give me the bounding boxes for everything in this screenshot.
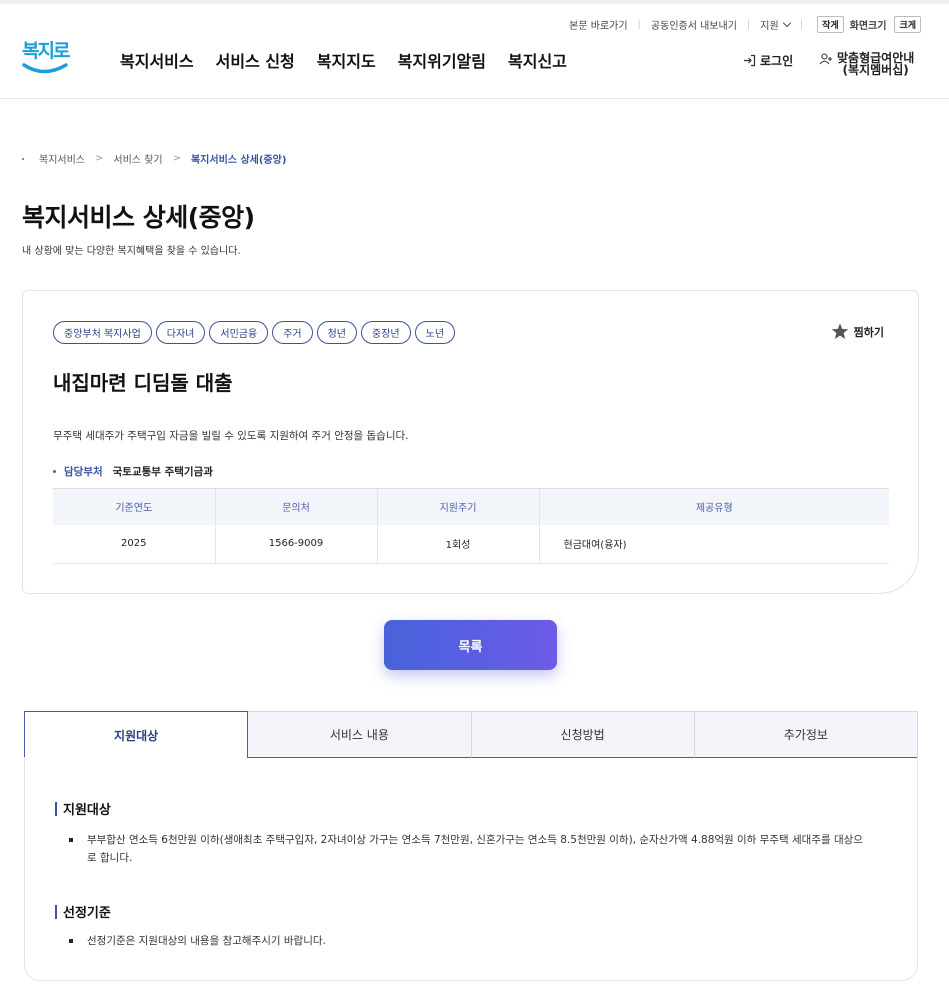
tab-panel: 지원대상 부부합산 연소득 6천만원 이하(생애최초 주택구입자, 2자녀이상 …: [24, 757, 918, 981]
login-label: 로그인: [760, 54, 794, 68]
login-button[interactable]: 로그인: [743, 52, 793, 69]
tag-item[interactable]: 서민금융: [209, 321, 269, 344]
login-icon: [744, 54, 756, 67]
table-header-cell: 제공유형: [538, 488, 889, 525]
tab-extra-info[interactable]: 추가정보: [694, 711, 918, 758]
nav-welfare-map[interactable]: 복지지도: [317, 48, 376, 72]
section-bar: [55, 904, 57, 919]
star-icon: [831, 323, 848, 339]
bullet-icon: [53, 470, 56, 473]
nav-welfare-service[interactable]: 복지서비스: [120, 48, 194, 72]
section-bar: [55, 801, 57, 816]
page-title: 복지서비스 상세(중앙): [22, 203, 255, 232]
logo-smile-icon: [22, 63, 68, 74]
tag-item[interactable]: 주거: [272, 321, 313, 344]
table-cell-type: 현금대여(융자): [538, 524, 889, 564]
breadcrumb-current: 복지서비스 상세(중앙): [190, 155, 287, 166]
bookmark-label: 찜하기: [853, 325, 884, 339]
table-cell-contact: 1566-9009: [214, 524, 377, 564]
divider: |: [799, 18, 804, 30]
service-description: 무주택 세대주가 주택구입 자금을 빌릴 수 있도록 지원하여 주거 안정을 돕…: [53, 430, 409, 442]
section-title-text: 선정기준: [63, 906, 111, 921]
tab-target[interactable]: 지원대상: [24, 711, 249, 758]
font-large-button[interactable]: 크게: [894, 15, 921, 33]
page-subtitle: 내 상황에 맞는 다양한 복지혜택을 찾을 수 있습니다.: [22, 246, 241, 257]
main-nav: 복지서비스 서비스 신청 복지지도 복지위기알림 복지신고: [120, 48, 567, 72]
tag-item[interactable]: 다자녀: [155, 321, 206, 344]
breadcrumb-item[interactable]: 복지서비스: [39, 151, 85, 166]
breadcrumb-item[interactable]: 서비스 찾기: [113, 151, 162, 166]
font-small-button[interactable]: 작게: [817, 15, 844, 33]
service-card: 중앙부처 복지사업 다자녀 서민금융 주거 청년 중장년 노년 찜하기 내집마련…: [22, 290, 919, 594]
chevron-right-icon: >: [172, 153, 181, 164]
section-title-target: 지원대상: [55, 799, 111, 818]
logo[interactable]: 복지로: [22, 36, 70, 80]
table-header-row: 기준연도 문의처 지원주기 제공유형: [53, 488, 889, 525]
divider: |: [637, 18, 641, 30]
bullet-square-icon: [69, 838, 73, 842]
service-info-table: 기준연도 문의처 지원주기 제공유형 2025 1566-9009 1회성 현금…: [53, 488, 889, 564]
chevron-down-icon: [782, 18, 791, 27]
table-row: 2025 1566-9009 1회성 현금대여(융자): [53, 524, 889, 564]
department-row: 담당부처 국토교통부 주택기금과: [53, 464, 213, 479]
section-title-text: 지원대상: [63, 803, 111, 818]
criteria-description: 선정기준은 지원대상의 내용을 참고해주시기 바랍니다.: [87, 935, 326, 947]
tag-item[interactable]: 중앙부처 복지사업: [53, 321, 152, 344]
divider: |: [746, 18, 751, 30]
membership-link[interactable]: 맞춤형급여안내 (복지멤버십): [819, 52, 914, 76]
list-item: 선정기준은 지원대상의 내용을 참고해주시기 바랍니다.: [69, 932, 869, 950]
tab-service-content[interactable]: 서비스 내용: [248, 711, 472, 758]
utility-bar: 본문 바로가기 | 공동인증서 내보내기 | 지원 | 작게 화면크기 크게: [569, 15, 921, 33]
bullet-square-icon: [69, 939, 73, 943]
department-label: 담당부처: [64, 466, 103, 478]
bookmark-button[interactable]: 찜하기: [831, 323, 884, 340]
tag-list: 중앙부처 복지사업 다자녀 서민금융 주거 청년 중장년 노년: [53, 321, 456, 344]
breadcrumb-home-dot: [22, 157, 24, 160]
list-button[interactable]: 목록: [384, 620, 557, 670]
language-select[interactable]: 지원: [760, 17, 791, 32]
table-header-cell: 문의처: [214, 488, 377, 525]
detail-tabs: 지원대상 서비스 내용 신청방법 추가정보: [24, 711, 918, 758]
table-header-cell: 기준연도: [53, 488, 215, 525]
table-cell-cycle: 1회성: [376, 524, 539, 564]
target-description: 부부합산 연소득 6천만원 이하(생애최초 주택구입자, 2자녀이상 가구는 연…: [87, 834, 863, 864]
header-divider: [0, 98, 949, 99]
breadcrumb: 복지서비스 > 서비스 찾기 > 복지서비스 상세(중앙): [22, 151, 286, 166]
membership-label-line2: (복지멤버십): [842, 63, 909, 77]
logo-text: 복지로: [22, 40, 70, 62]
nav-service-apply[interactable]: 서비스 신청: [216, 48, 295, 72]
service-title: 내집마련 디딤돌 대출: [53, 371, 233, 395]
nav-welfare-report[interactable]: 복지신고: [508, 48, 567, 72]
nav-crisis-alert[interactable]: 복지위기알림: [398, 48, 486, 72]
font-size-label: 화면크기: [849, 20, 887, 32]
tag-item[interactable]: 중장년: [361, 321, 411, 344]
department-value: 국토교통부 주택기금과: [112, 466, 213, 478]
skip-to-content-link[interactable]: 본문 바로가기: [569, 17, 627, 32]
tag-item[interactable]: 노년: [414, 321, 456, 344]
tab-apply-method[interactable]: 신청방법: [471, 711, 695, 758]
list-item: 부부합산 연소득 6천만원 이하(생애최초 주택구입자, 2자녀이상 가구는 연…: [69, 831, 869, 867]
top-strip: [0, 0, 949, 4]
user-plus-icon: [819, 53, 832, 65]
language-label: 지원: [760, 20, 779, 32]
tag-item[interactable]: 청년: [316, 321, 358, 344]
table-header-cell: 지원주기: [376, 488, 539, 525]
cert-export-link[interactable]: 공동인증서 내보내기: [651, 17, 737, 32]
chevron-right-icon: >: [95, 153, 104, 164]
section-title-criteria: 선정기준: [55, 902, 111, 921]
table-cell-year: 2025: [53, 524, 215, 564]
